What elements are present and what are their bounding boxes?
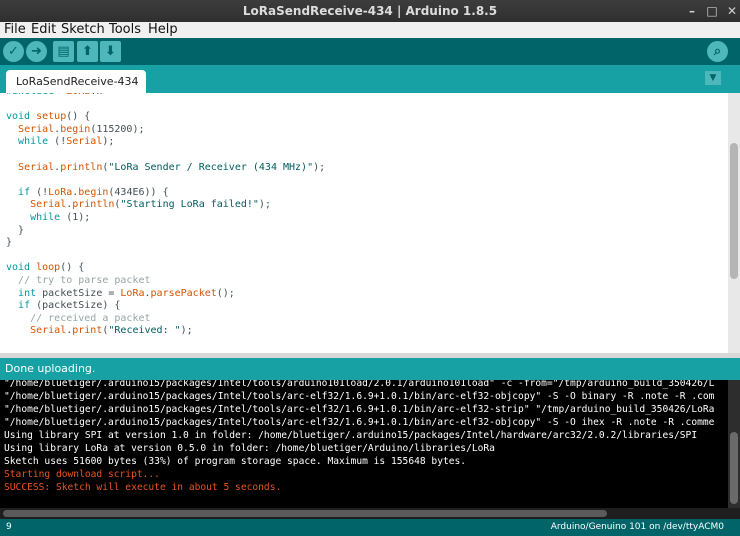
menu-sketch[interactable]: Sketch: [61, 22, 105, 38]
code-line: // try to parse packet: [18, 274, 151, 286]
code-line: Serial.println("Starting LoRa failed!");: [30, 199, 271, 211]
console-horizontal-scrollbar[interactable]: [0, 508, 740, 519]
open-arrow-up-icon[interactable]: ⬆: [77, 41, 98, 62]
console-line: Starting download script...: [4, 469, 160, 480]
console-line: SUCCESS: Sketch will execute in about 5 …: [4, 482, 282, 493]
code-line: int packetSize = LoRa.parsePacket();: [18, 287, 235, 299]
save-arrow-down-icon[interactable]: ⬇: [100, 41, 121, 62]
menu-help[interactable]: Help: [148, 22, 178, 38]
code-line: while (!Serial);: [18, 136, 115, 148]
line-number: 9: [6, 522, 12, 532]
console-line: "/home/bluetiger/.arduino15/packages/Int…: [4, 417, 715, 428]
code-line: void setup() {: [6, 111, 91, 123]
menu-edit[interactable]: Edit: [31, 22, 56, 38]
code-line: Serial.begin(115200);: [18, 123, 145, 135]
code-text: #include <LoRa.h> void setup() { Serial.…: [6, 93, 325, 338]
magnifier-icon[interactable]: ⌕: [707, 41, 728, 62]
code-line: while (1);: [30, 211, 91, 223]
code-line: Serial.println("LoRa Sender / Receiver (…: [18, 161, 326, 173]
minimize-icon[interactable]: –: [684, 3, 700, 19]
status-message: Done uploading.: [0, 358, 740, 380]
menu-tools[interactable]: Tools: [109, 22, 141, 38]
title-bar: LoRaSendReceive-434 | Arduino 1.8.5 – □ …: [0, 0, 740, 22]
board-port-label: Arduino/Genuino 101 on /dev/ttyACM0: [550, 522, 724, 532]
code-line: Serial.print("Received: ");: [30, 325, 193, 337]
menu-bar: File Edit Sketch Tools Help: [0, 22, 740, 38]
chevron-down-icon[interactable]: ▼: [705, 71, 721, 85]
code-line: void loop() {: [6, 262, 85, 274]
console-line: "/home/bluetiger/.arduino15/packages/Int…: [4, 404, 715, 415]
console-line: Using library LoRa at version 0.5.0 in f…: [4, 443, 495, 454]
footer-bar: 9 Arduino/Genuino 101 on /dev/ttyACM0: [0, 519, 740, 536]
maximize-icon[interactable]: □: [704, 3, 720, 19]
editor-scrollbar[interactable]: [728, 93, 740, 353]
console-text: "/home/bluetiger/.arduino15/packages/Int…: [4, 380, 714, 494]
code-line: // received a packet: [30, 312, 151, 324]
console-line: Using library SPI at version 1.0 in fold…: [4, 430, 698, 441]
editor-scrollbar-thumb[interactable]: [730, 143, 738, 279]
window-title: LoRaSendReceive-434 | Arduino 1.8.5: [242, 4, 498, 18]
console-output[interactable]: "/home/bluetiger/.arduino15/packages/Int…: [0, 380, 728, 508]
checkmark-icon[interactable]: ✓: [3, 41, 24, 62]
arrow-right-icon[interactable]: ➜: [26, 41, 47, 62]
console-line: "/home/bluetiger/.arduino15/packages/Int…: [4, 391, 715, 402]
code-line: }: [6, 237, 13, 249]
menu-file[interactable]: File: [4, 22, 26, 38]
code-editor[interactable]: #include <LoRa.h> void setup() { Serial.…: [0, 93, 728, 353]
code-line: if (!LoRa.begin(434E6)) {: [18, 186, 169, 198]
close-icon[interactable]: ✕: [724, 3, 740, 19]
toolbar: ✓ ➜ ▤ ⬆ ⬇ ⌕: [0, 38, 740, 65]
code-line: if (packetSize) {: [18, 300, 121, 312]
code-line: }: [6, 224, 25, 236]
console-line: "/home/bluetiger/.arduino15/packages/Int…: [4, 380, 715, 389]
console-horizontal-scrollbar-thumb[interactable]: [3, 510, 607, 517]
new-file-icon[interactable]: ▤: [53, 41, 74, 62]
tab-row: LoRaSendReceive-434 ▼: [0, 65, 740, 93]
console-scrollbar[interactable]: [728, 380, 740, 508]
console-line: Sketch uses 51600 bytes (33%) of program…: [4, 456, 467, 467]
tab-sketch[interactable]: LoRaSendReceive-434: [6, 70, 146, 93]
console-scrollbar-thumb[interactable]: [730, 432, 738, 504]
